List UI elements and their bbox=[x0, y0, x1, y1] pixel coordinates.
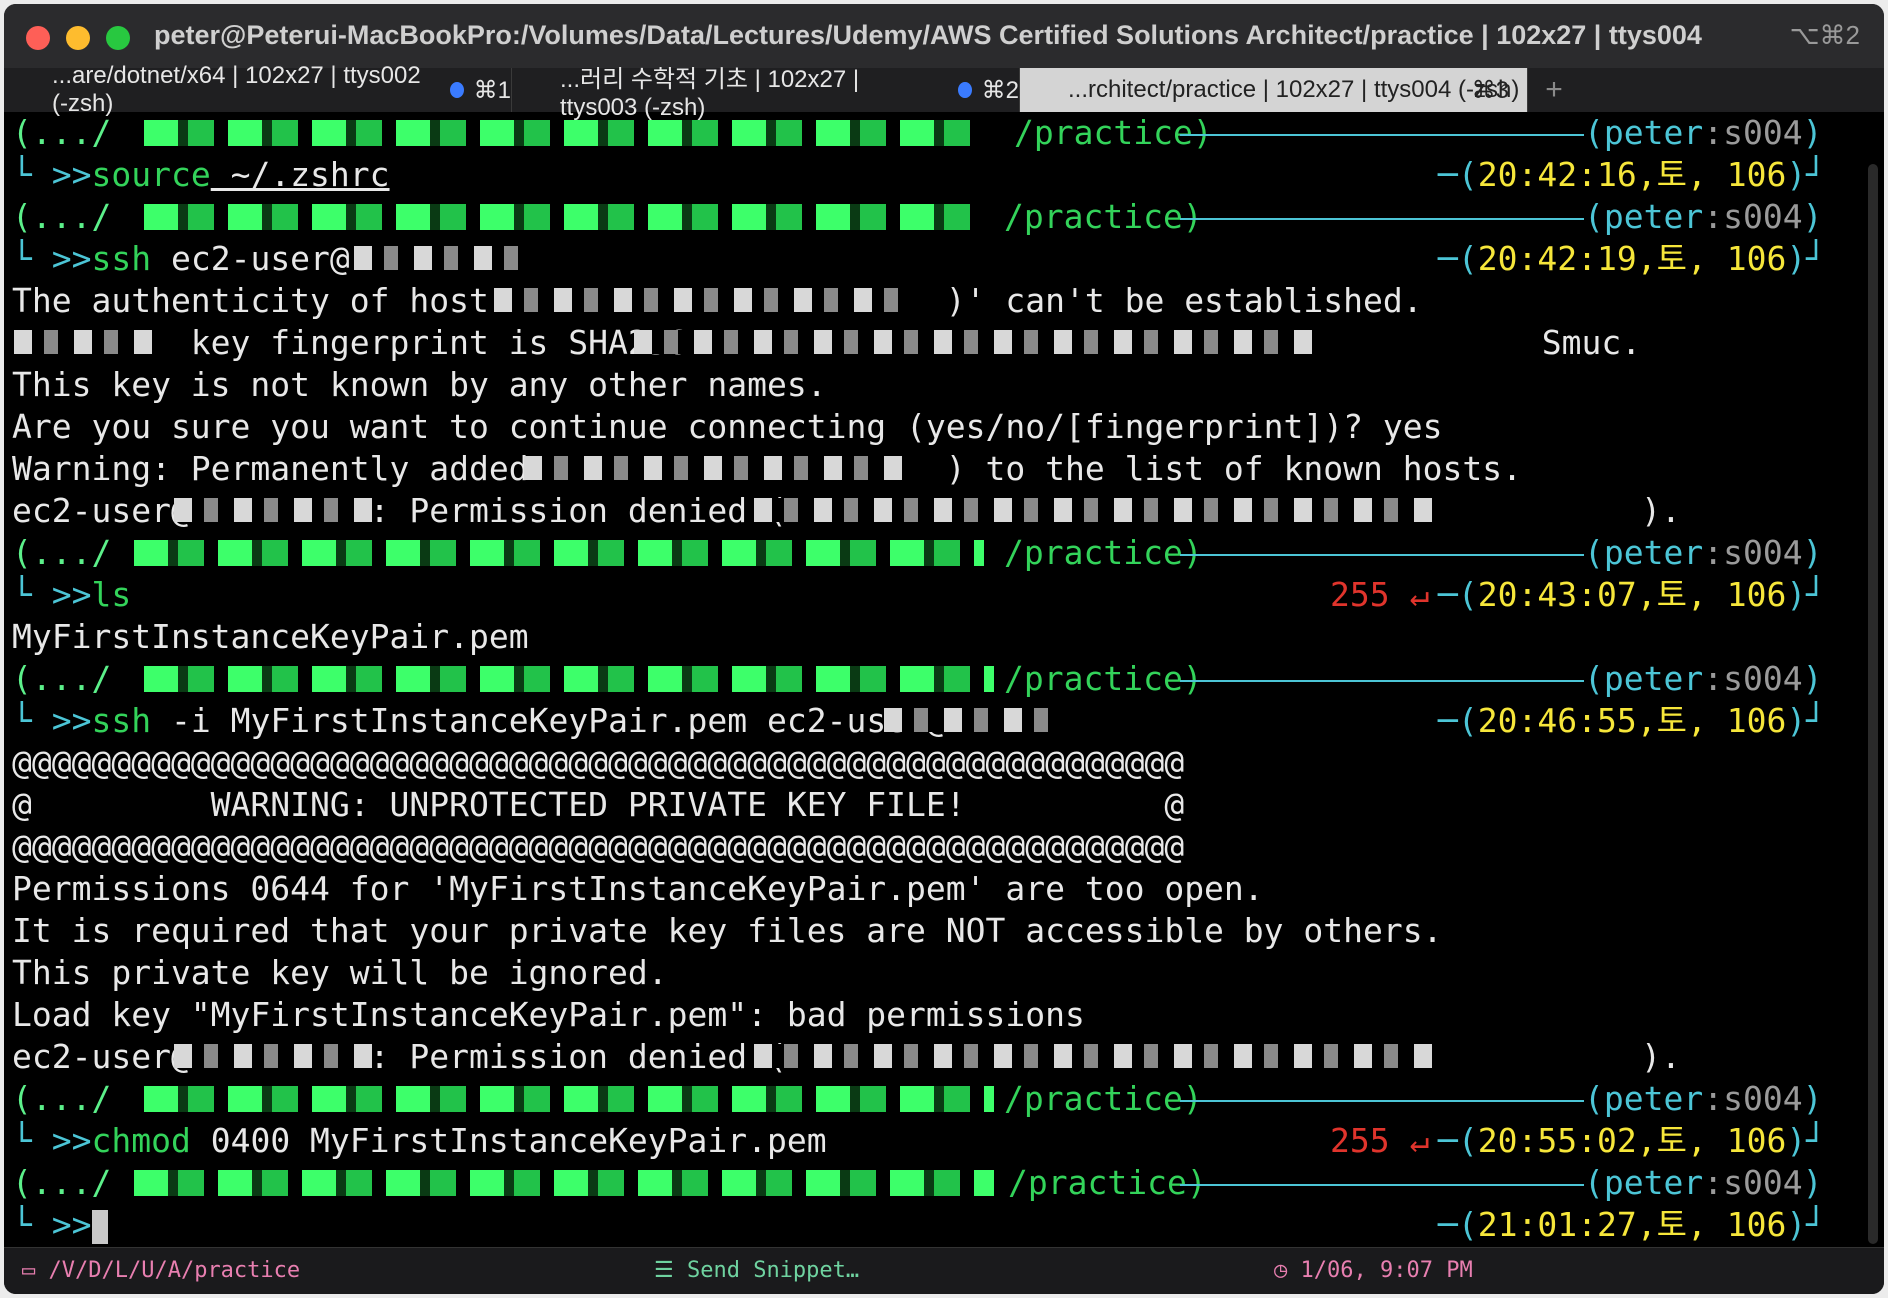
output-line: Load key "MyFirstInstanceKeyPair.pem": b… bbox=[12, 995, 1085, 1034]
command-line[interactable]: └ >> bbox=[12, 1204, 108, 1246]
prompt-time: ─(20:42:19,토, 106)┘ bbox=[1438, 239, 1827, 278]
redacted-host bbox=[354, 246, 534, 270]
send-snippet-button[interactable]: ☰ Send Snippet… bbox=[654, 1258, 859, 1283]
folder-icon: ▭ bbox=[22, 1258, 49, 1283]
command-line: └ >>ssh ec2-user@ bbox=[12, 239, 350, 278]
prompt-user: (peter:s004) bbox=[1584, 197, 1823, 236]
prompt-user: (peter:s004) bbox=[1584, 533, 1823, 572]
window-shortcut: ⌥⌘2 bbox=[1789, 20, 1860, 50]
clock-icon: ◷ bbox=[1274, 1258, 1301, 1283]
prompt-user: (peter:s004) bbox=[1584, 1079, 1823, 1118]
redacted-host bbox=[884, 708, 1064, 732]
output-line: Are you sure you want to continue connec… bbox=[12, 407, 1443, 446]
tab-ttys004[interactable]: ...rchitect/practice | 102x27 | ttys004 … bbox=[1020, 68, 1528, 112]
tab-bar: ...are/dotnet/x64 | 102x27 | ttys002 (-z… bbox=[4, 62, 1884, 121]
tab-label: ...are/dotnet/x64 | 102x27 | ttys002 (-z… bbox=[52, 62, 421, 117]
prompt-dir-suffix: /practice) bbox=[1004, 197, 1203, 236]
prompt-dir-suffix: /practice) bbox=[1008, 1163, 1207, 1202]
redacted-host bbox=[524, 456, 904, 480]
status-clock: ◷ 1/06, 9:07 PM bbox=[1274, 1258, 1473, 1283]
minimize-button[interactable] bbox=[66, 26, 90, 50]
command-line: └ >>ls bbox=[12, 575, 132, 614]
redacted-host bbox=[174, 1044, 374, 1068]
activity-dot-icon bbox=[449, 82, 464, 98]
command-line: └ >>source ~/.zshrc bbox=[12, 155, 390, 194]
tab-ttys002[interactable]: ...are/dotnet/x64 | 102x27 | ttys002 (-z… bbox=[4, 62, 512, 117]
command-line: └ >>chmod 0400 MyFirstInstanceKeyPair.pe… bbox=[12, 1121, 827, 1160]
prompt-user: (peter:s004) bbox=[1584, 1163, 1823, 1202]
close-button[interactable] bbox=[26, 26, 50, 50]
title-bar: peter@Peterui-MacBookPro:/Volumes/Data/L… bbox=[4, 4, 1884, 68]
redacted-path bbox=[144, 666, 994, 692]
output-line: @@@@@@@@@@@@@@@@@@@@@@@@@@@@@@@@@@@@@@@@… bbox=[12, 743, 1185, 782]
redacted-host bbox=[494, 288, 914, 312]
scrollbar[interactable] bbox=[1868, 164, 1878, 1244]
redacted-host bbox=[174, 498, 374, 522]
prompt-time: ─(20:46:55,토, 106)┘ bbox=[1438, 701, 1827, 740]
list-icon: ☰ bbox=[654, 1258, 687, 1283]
output-line: This private key will be ignored. bbox=[12, 953, 668, 992]
prompt-header: (.../ bbox=[12, 659, 112, 698]
redacted-path bbox=[134, 540, 984, 566]
prompt-rule bbox=[1180, 1100, 1584, 1102]
output-line: @ WARNING: UNPROTECTED PRIVATE KEY FILE!… bbox=[12, 785, 1185, 824]
redacted-methods bbox=[754, 1044, 1434, 1068]
prompt-dir-suffix: /practice) bbox=[1004, 1079, 1203, 1118]
tab-shortcut: ⌘3 bbox=[1471, 76, 1509, 104]
redacted-keytype bbox=[14, 330, 154, 354]
activity-dot-icon bbox=[958, 82, 972, 98]
tab-shortcut: ⌘1 bbox=[473, 76, 511, 104]
prompt-dir-suffix: /practice) bbox=[1014, 113, 1213, 152]
output-line: It is required that your private key fil… bbox=[12, 911, 1443, 950]
prompt-rule bbox=[1180, 680, 1584, 682]
prompt-rule bbox=[1180, 554, 1584, 556]
status-path[interactable]: ▭ /V/D/L/U/A/practice bbox=[22, 1258, 300, 1283]
terminal-window: peter@Peterui-MacBookPro:/Volumes/Data/L… bbox=[4, 4, 1884, 1294]
new-tab-button[interactable]: + bbox=[1528, 68, 1580, 112]
tab-shortcut: ⌘2 bbox=[981, 76, 1019, 104]
redacted-path bbox=[134, 1170, 994, 1196]
window-title: peter@Peterui-MacBookPro:/Volumes/Data/L… bbox=[154, 20, 1702, 50]
redacted-methods bbox=[754, 498, 1434, 522]
prompt-time: ─(20:55:02,토, 106)┘ bbox=[1438, 1121, 1827, 1160]
prompt-header: (.../ bbox=[12, 533, 112, 572]
prompt-dir-suffix: /practice) bbox=[1004, 533, 1203, 572]
redacted-path bbox=[144, 204, 984, 230]
prompt-time: ─(20:42:16,토, 106)┘ bbox=[1438, 155, 1827, 194]
text-cursor bbox=[91, 1209, 108, 1244]
prompt-header: (.../ bbox=[12, 1079, 112, 1118]
output-line: This key is not known by any other names… bbox=[12, 365, 827, 404]
exit-status: 255 ↵ bbox=[1330, 575, 1430, 614]
prompt-dir-suffix: /practice) bbox=[1004, 659, 1203, 698]
exit-status: 255 ↵ bbox=[1330, 1121, 1430, 1160]
prompt-time: ─(21:01:27,토, 106)┘ bbox=[1438, 1205, 1827, 1244]
redacted-path bbox=[144, 1086, 994, 1112]
command-line: └ >>ssh -i MyFirstInstanceKeyPair.pem ec… bbox=[12, 701, 946, 740]
prompt-user: (peter:s004) bbox=[1584, 113, 1823, 152]
prompt-header: (.../ bbox=[12, 113, 112, 152]
prompt-rule bbox=[1180, 218, 1584, 220]
status-bar: ▭ /V/D/L/U/A/practice ☰ Send Snippet… ◷ … bbox=[4, 1247, 1884, 1294]
output-line: @@@@@@@@@@@@@@@@@@@@@@@@@@@@@@@@@@@@@@@@… bbox=[12, 827, 1185, 866]
terminal-output[interactable]: (.../ /practice) (peter:s004) └ >>source… bbox=[4, 112, 1864, 1252]
prompt-rule bbox=[1180, 134, 1584, 136]
prompt-header: (.../ bbox=[12, 1163, 112, 1202]
output-line: MyFirstInstanceKeyPair.pem bbox=[12, 617, 529, 656]
prompt-header: (.../ bbox=[12, 197, 112, 236]
output-line: Permissions 0644 for 'MyFirstInstanceKey… bbox=[12, 869, 1264, 908]
prompt-time: ─(20:43:07,토, 106)┘ bbox=[1438, 575, 1827, 614]
tab-ttys003[interactable]: ...러리 수학적 기초 | 102x27 | ttys003 (-zsh) ⌘… bbox=[512, 66, 1020, 121]
zoom-button[interactable] bbox=[106, 26, 130, 50]
tab-label: ...rchitect/practice | 102x27 | ttys004 … bbox=[1068, 76, 1520, 103]
redacted-path bbox=[144, 120, 984, 146]
prompt-user: (peter:s004) bbox=[1584, 659, 1823, 698]
redacted-fingerprint bbox=[634, 330, 1324, 354]
prompt-rule bbox=[1180, 1184, 1584, 1186]
